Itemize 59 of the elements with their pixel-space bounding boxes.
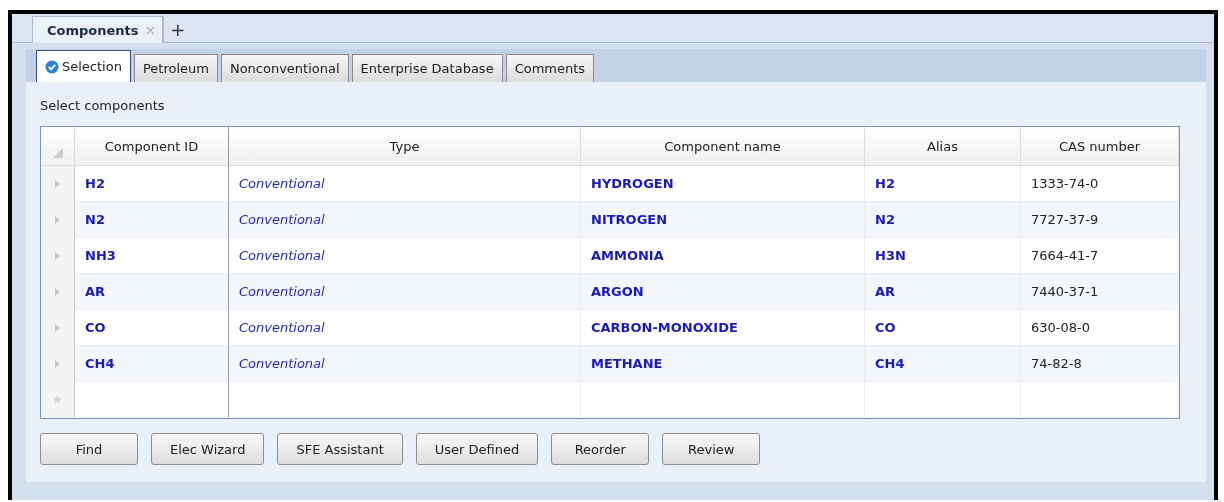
table-cell: AMMONIA xyxy=(591,248,664,263)
table-cell: HYDROGEN xyxy=(591,176,674,191)
action-button[interactable]: Elec Wizard xyxy=(151,433,265,465)
table-cell: 630-08-0 xyxy=(1031,320,1090,335)
table-cell: CO xyxy=(875,320,896,335)
table-cell: CARBON-MONOXIDE xyxy=(591,320,738,335)
row-arrow-icon[interactable] xyxy=(55,359,60,368)
table-cell: H2 xyxy=(85,176,105,191)
table-cell: NITROGEN xyxy=(591,212,668,227)
tab[interactable]: Selection xyxy=(36,50,131,82)
table-cell: Conventional xyxy=(239,356,325,371)
table-cell: ARGON xyxy=(591,284,644,299)
column-header[interactable]: Type xyxy=(229,127,581,166)
table-cell: CO xyxy=(85,320,106,335)
table-cell: NH3 xyxy=(85,248,116,263)
action-button[interactable]: SFE Assistant xyxy=(277,433,403,465)
table-cell: Conventional xyxy=(239,284,325,299)
row-arrow-icon[interactable] xyxy=(55,287,60,296)
tab[interactable]: Petroleum xyxy=(133,54,218,82)
row-arrow-icon[interactable] xyxy=(55,251,60,260)
action-button[interactable]: Review xyxy=(662,433,761,465)
document-tab[interactable]: Components × xyxy=(32,16,164,43)
table-cell: H2 xyxy=(875,176,895,191)
column-header[interactable]: Component ID xyxy=(75,127,229,166)
action-button[interactable]: User Defined xyxy=(415,433,539,465)
table-cell: AR xyxy=(875,284,896,299)
table-cell: 74-82-8 xyxy=(1031,356,1082,371)
table-cell: 7664-41-7 xyxy=(1031,248,1099,263)
row-arrow-icon[interactable] xyxy=(55,323,60,332)
table-cell: Conventional xyxy=(239,176,325,191)
new-row-star-icon[interactable] xyxy=(53,395,62,404)
table-cell: Conventional xyxy=(239,212,325,227)
table-cell: METHANE xyxy=(591,356,663,371)
action-button[interactable]: Find xyxy=(40,433,138,465)
row-arrow-icon[interactable] xyxy=(55,215,60,224)
tab[interactable]: Comments xyxy=(505,54,595,82)
tab[interactable]: Enterprise Database xyxy=(351,54,503,82)
table-cell: AR xyxy=(85,284,106,299)
tab[interactable]: Nonconventional xyxy=(220,54,349,82)
column-header[interactable]: CAS number xyxy=(1021,127,1179,166)
new-row-cell[interactable] xyxy=(75,382,229,418)
table-cell: 7727-37-9 xyxy=(1031,212,1099,227)
table-cell: N2 xyxy=(85,212,105,227)
corner-icon[interactable] xyxy=(52,148,63,158)
action-button[interactable]: Reorder xyxy=(551,433,650,465)
column-header[interactable]: Alias xyxy=(865,127,1021,166)
table-cell: CH4 xyxy=(875,356,905,371)
table-cell: 7440-37-1 xyxy=(1031,284,1099,299)
row-arrow-icon[interactable] xyxy=(55,179,60,188)
table-cell: 1333-74-0 xyxy=(1031,176,1099,191)
table-cell: Conventional xyxy=(239,248,325,263)
check-icon xyxy=(45,59,59,74)
new-tab-button[interactable]: + xyxy=(163,16,192,42)
table-cell: CH4 xyxy=(85,356,115,371)
column-header[interactable]: Component name xyxy=(581,127,865,166)
table-cell: N2 xyxy=(875,212,895,227)
table-cell: H3N xyxy=(875,248,906,263)
section-label: Select components xyxy=(40,98,165,113)
table-cell: Conventional xyxy=(239,320,325,335)
